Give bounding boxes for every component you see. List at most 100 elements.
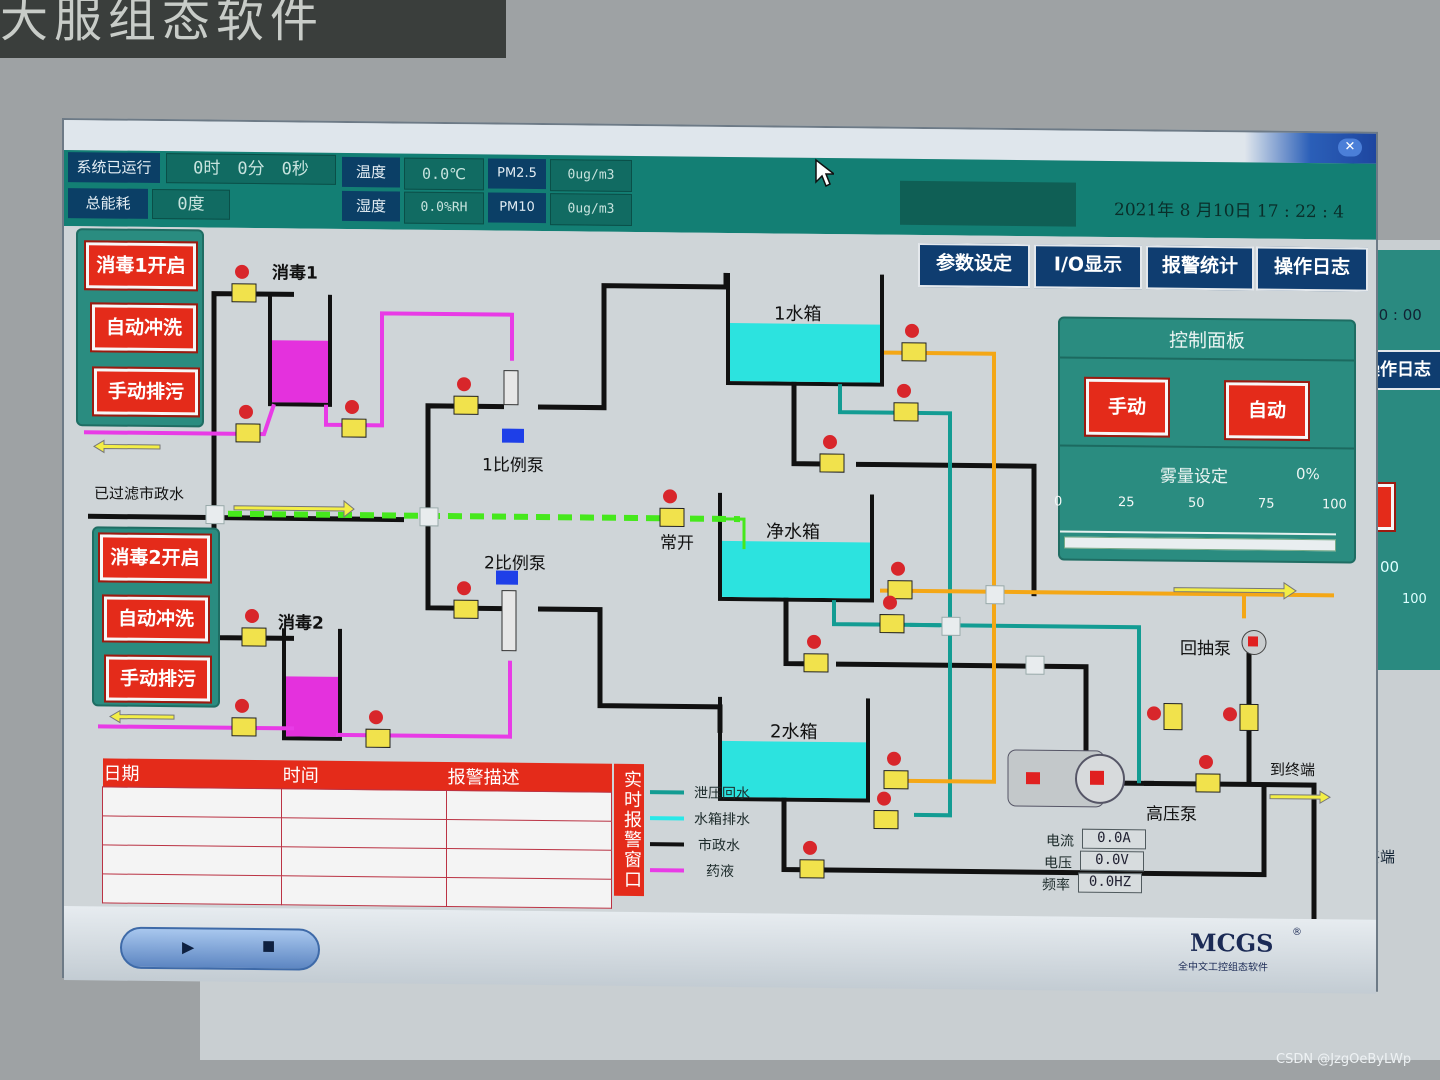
legend-swatch-relief xyxy=(650,790,684,795)
arrow-left1 xyxy=(93,439,161,454)
manual-drain-button-2[interactable]: 手动排污 xyxy=(104,654,212,704)
watermark: CSDN @JzgOeByLWp xyxy=(1276,1052,1412,1067)
disinfect2-open-button[interactable]: 消毒2开启 xyxy=(98,532,212,584)
legend-label-municipal: 市政水 xyxy=(698,837,740,855)
main-window: ✕ 系统已运行 0时 0分 0秒 总能耗 0度 温度 0.0℃ 湿度 0.0%R… xyxy=(62,118,1378,994)
alarm-cell xyxy=(281,788,447,820)
alarm-cell xyxy=(281,817,447,849)
bg-text-00: 00 xyxy=(1380,558,1400,576)
mist-scale: 0 25 50 75 100 xyxy=(1054,494,1354,512)
energy-label: 总能耗 xyxy=(68,188,148,219)
pump2-label: 2比例泵 xyxy=(484,553,546,575)
play-icon[interactable]: ▶ xyxy=(182,937,194,956)
pm10-label: PM10 xyxy=(488,192,546,224)
manual-mode-button[interactable]: 手动 xyxy=(1084,376,1170,438)
chem-line2 xyxy=(98,724,294,731)
disinfect1-label: 消毒1 xyxy=(272,263,318,284)
chem-line-pump2 xyxy=(336,660,512,739)
legend-label-chemical: 药液 xyxy=(706,863,734,881)
datetime-display: 2021年 8 月10日 17 : 22 : 4 xyxy=(1114,200,1345,223)
tank-clean-label: 净水箱 xyxy=(766,521,820,543)
current-label: 电流 xyxy=(1046,833,1074,850)
arrow-right3 xyxy=(1269,790,1331,805)
tank1-water xyxy=(730,322,880,383)
high-pump-indicator2 xyxy=(1090,770,1104,785)
control-panel-divider xyxy=(1060,356,1354,362)
footer-bar: ▶ ■ MCGS ® 全中文工控组态软件 xyxy=(64,906,1376,994)
scale-0: 0 xyxy=(1054,494,1063,510)
mist-setting-value: 0% xyxy=(1296,464,1320,484)
mist-setting-label: 雾量设定 xyxy=(1160,466,1228,488)
alarm-stats-button[interactable]: 报警统计 xyxy=(1146,245,1254,291)
pump1-head xyxy=(502,428,524,443)
alarm-cell xyxy=(446,790,612,822)
background-title-fragment: 大服组态软件 xyxy=(0,0,506,58)
filtered-water-label: 已过滤市政水 xyxy=(94,484,185,504)
alarm-cell xyxy=(446,848,612,880)
temp-value: 0.0℃ xyxy=(404,157,484,191)
voltage-value: 0.0V xyxy=(1080,850,1144,872)
status-bar: 系统已运行 0时 0分 0秒 总能耗 0度 温度 0.0℃ 湿度 0.0%RH … xyxy=(64,150,1376,240)
joint3 xyxy=(941,616,961,636)
alarm-cell xyxy=(102,873,282,905)
disinfect2-label: 消毒2 xyxy=(278,613,324,634)
io-display-button[interactable]: I/O显示 xyxy=(1034,244,1142,290)
mist-slider-track[interactable] xyxy=(1064,536,1336,552)
municipal-main-line xyxy=(88,513,404,523)
high-pump-label: 高压泵 xyxy=(1146,804,1197,825)
runtime-value: 0时 0分 0秒 xyxy=(166,153,336,185)
humidity-label: 湿度 xyxy=(342,190,400,222)
voltage-label: 电压 xyxy=(1044,855,1072,872)
control-panel: 控制面板 手动 自动 雾量设定 0% 0 25 50 75 100 xyxy=(1054,316,1356,564)
scale-50: 50 xyxy=(1188,495,1205,511)
line-to-right1 xyxy=(856,461,1037,597)
line-tank2-feed xyxy=(538,606,723,733)
arrow-left2 xyxy=(109,709,175,724)
mcgs-subtitle: 全中文工控组态软件 xyxy=(1178,961,1268,974)
mist-ticks xyxy=(1060,514,1336,536)
auto-mode-button[interactable]: 自动 xyxy=(1224,380,1310,442)
normally-open-label: 常开 xyxy=(660,533,694,554)
tank2-label: 2水箱 xyxy=(770,721,818,743)
tank1-label: 1水箱 xyxy=(774,303,822,325)
auto-flush-button-1[interactable]: 自动冲洗 xyxy=(90,302,198,354)
stop-icon[interactable]: ■ xyxy=(262,938,275,954)
auto-flush-button-2[interactable]: 自动冲洗 xyxy=(102,594,210,644)
joint2 xyxy=(419,507,439,527)
line-legend: 泄压回水 水箱排水 市政水 药液 xyxy=(650,780,760,891)
joint1 xyxy=(205,505,225,525)
manual-drain-button-1[interactable]: 手动排污 xyxy=(92,366,200,418)
param-settings-button[interactable]: 参数设定 xyxy=(918,242,1030,289)
legend-swatch-municipal xyxy=(650,842,684,847)
return-pump-indicator xyxy=(1248,636,1258,647)
scale-75: 75 xyxy=(1258,496,1275,512)
alarm-header-time: 时间 xyxy=(282,765,319,787)
alarm-cell xyxy=(102,786,282,818)
control-panel-title: 控制面板 xyxy=(1168,329,1245,353)
humidity-value: 0.0%RH xyxy=(404,191,484,225)
alarm-cell xyxy=(281,875,447,907)
temp-label: 温度 xyxy=(342,156,400,188)
pump1-body xyxy=(503,370,519,406)
pm25-value: 0ug/m3 xyxy=(550,159,632,192)
operation-log-button[interactable]: 操作日志 xyxy=(1256,246,1368,292)
alarm-cell xyxy=(446,819,612,851)
line-tank1-feed xyxy=(538,272,729,411)
pump2-body xyxy=(501,590,517,652)
disinfect1-open-button[interactable]: 消毒1开启 xyxy=(84,240,198,292)
scale-100: 100 xyxy=(1322,497,1347,513)
pump1-label: 1比例泵 xyxy=(482,455,544,477)
close-icon[interactable]: ✕ xyxy=(1338,138,1362,157)
high-pump-indicator xyxy=(1026,772,1040,785)
alarm-window: 日期 时间 报警描述 实时报警窗口 xyxy=(102,758,648,909)
alarm-header-date: 日期 xyxy=(103,763,140,785)
current-value: 0.0A xyxy=(1082,828,1146,850)
energy-value: 0度 xyxy=(152,188,230,220)
playback-control: ▶ ■ xyxy=(120,926,320,971)
return-pump-label: 回抽泵 xyxy=(1180,638,1231,660)
alarm-cell xyxy=(102,844,282,876)
to-terminal-label: 到终端 xyxy=(1270,760,1316,780)
mcgs-logo: MCGS xyxy=(1190,927,1274,958)
joint5 xyxy=(1025,655,1045,675)
process-panel: 消毒1 消毒2 1比例泵 2比例泵 已过滤市政水 常开 1水箱 净水箱 2水箱 … xyxy=(64,226,1376,920)
